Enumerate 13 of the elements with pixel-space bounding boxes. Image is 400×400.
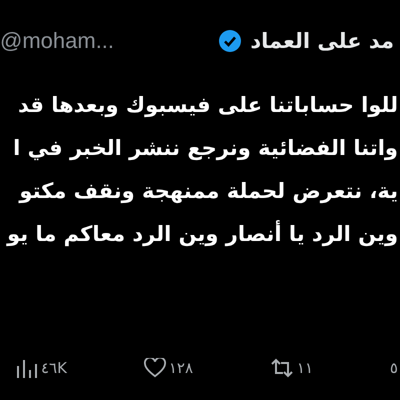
user-handle[interactable]: @moham... (0, 28, 114, 54)
tweet-text-line: للوا حساباتنا على فيسبوك وبعدها قد (18, 92, 398, 120)
tweet-text-line: واتنا الفضائية ونرجع ننشر الخبر في ا (13, 135, 398, 162)
retweet-icon[interactable] (270, 358, 294, 378)
tweet-text-line: وين الرد يا أنصار وين الرد معاكم ما يو (7, 219, 398, 248)
heart-icon[interactable] (144, 358, 166, 378)
replies-count: ٥ (390, 359, 398, 377)
retweets-count: ١١ (296, 359, 314, 377)
author-name[interactable]: مد على العماد (250, 29, 394, 53)
tweet-text-line: ية، نتعرض لحملة ممنهجة ونقف مكتو (19, 178, 398, 206)
bar-chart-icon[interactable] (16, 358, 38, 378)
likes-count: ١٢٨ (168, 359, 194, 377)
views-count: ٤٦K (41, 359, 67, 377)
